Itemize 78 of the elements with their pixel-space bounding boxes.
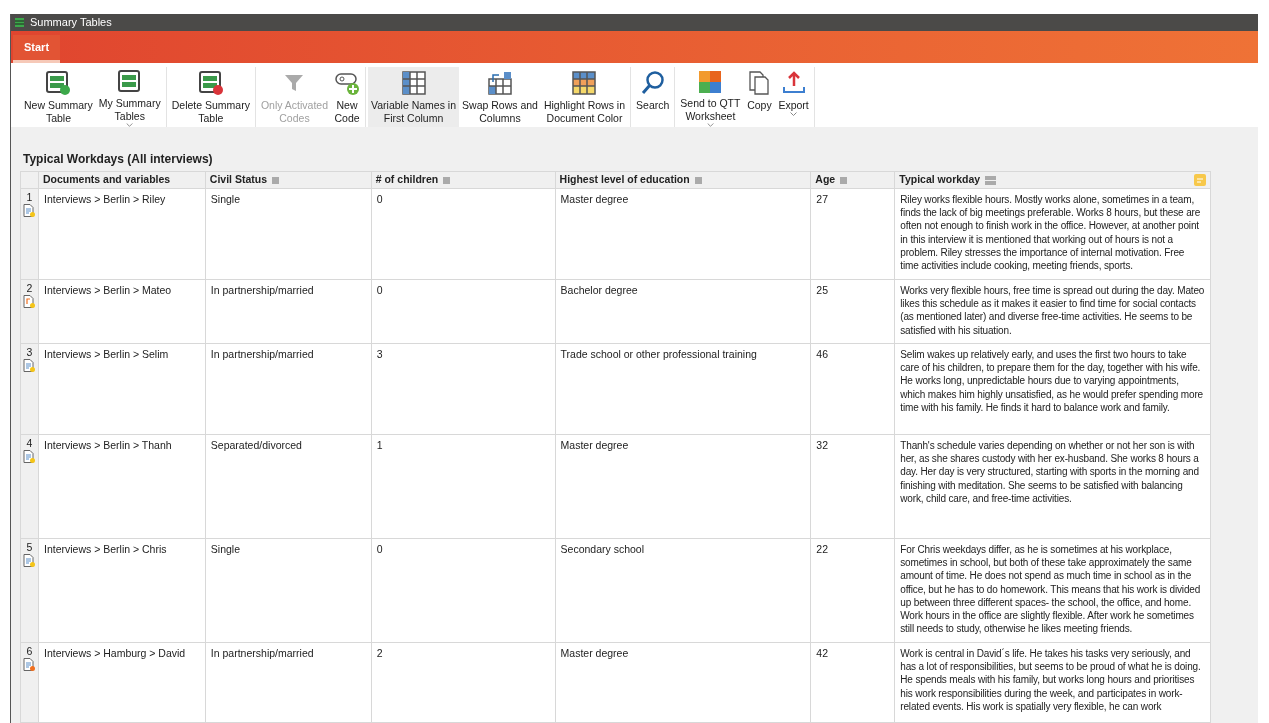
row-number: 1 [26,191,33,205]
note-icon [1194,174,1206,186]
column-header[interactable]: Highest level of education [555,172,812,188]
table-cell: 25 [816,284,828,296]
table-cell: Bachelor degree [560,284,638,296]
ribbon-button[interactable]: New Code [331,66,364,127]
column-header[interactable]: Civil Status [205,172,372,188]
table-cell: Interviews > Berlin > Chris [44,543,167,555]
table-cell: 0 [376,543,383,555]
table-cell: In partnership/married [210,284,314,296]
table-cell: Interviews > Berlin > Mateo [44,284,172,296]
table-cell: Single [210,193,241,205]
table-cell: 3 [376,348,383,360]
table-cell: Secondary school [560,543,644,555]
ribbon-button[interactable]: Send to QTT Worksheet [677,66,744,127]
table-cell: Thanh's schedule varies depending on whether or not her son is with her, as she shares custody with her ex-husband. She works 8 hours a day. Her day is very structured, starting with sports in the morning and finishing with meditation. She seems to be satisfied with balancing work, child care, and free-time activities. [900,440,1199,504]
table-cell: 2 [376,647,383,659]
square-icon [694,176,702,184]
swap-grid-icon [487,69,513,96]
table-cell: Works very flexible hours, free time is spread out during the day. Mateo likes this schedule as it makes it easier to find time for social contacts (as mentioned later) and diverse free-time activities. He seems to be satisfied with his situation. [900,285,1205,336]
square-icon [840,176,848,184]
table-title: Typical Workdays (All interviews) [22,151,214,168]
table-cell: Master degree [560,439,629,451]
ribbon-button[interactable]: New Summary Table [21,66,96,127]
app-icon [15,18,24,28]
table-cell: In partnership/married [210,647,314,659]
table-cell: 27 [816,193,828,205]
row-number: 4 [26,437,33,451]
column-header[interactable]: Typical workday [895,172,1211,188]
ribbon-button[interactable]: Search [633,66,673,127]
table-cell: Separated/divorced [210,439,302,451]
table-icon [197,69,224,96]
table-cell: In partnership/married [210,348,314,360]
row-number: 2 [26,282,33,296]
table-cell: 32 [816,439,828,451]
square-icon [272,176,280,184]
table-cell: Single [210,543,241,555]
colored-grid-icon [571,69,598,96]
table-cell: 22 [816,543,828,555]
row-number: 6 [26,645,33,659]
column-header[interactable]: Age [811,172,896,188]
table-cell: 1 [376,439,383,451]
row-number: 5 [26,541,33,555]
ribbon-button[interactable]: Highlight Rows in Document Color [540,66,629,127]
window-title: Summary Tables [30,15,112,31]
puzzle-icon [697,68,724,95]
table-cell: Trade school or other professional training [560,348,757,360]
export-icon [780,69,807,96]
table-cell: Master degree [560,647,629,659]
ribbon-button[interactable]: Export [775,66,812,127]
table-cell: Interviews > Berlin > Selim [44,348,169,360]
table-icon [45,69,72,96]
table-cell: 0 [376,193,383,205]
ribbon-button[interactable]: Delete Summary Table [168,66,253,127]
column-header[interactable]: # of children [371,172,556,188]
table-cell: Selim wakes up relatively early, and uses the first two hours to take care of his children, to prepare them for the day, together with his wife. He works long, unpredictable hours due to varying appointments, which makes him highly unsatisfied, as he would prefer spending more time with his family. He finds it hard to balance work and family. [900,349,1203,413]
ribbon-button[interactable]: Swap Rows and Columns [459,66,541,127]
table-cell: Interviews > Berlin > Riley [44,193,166,205]
table-cell: 42 [816,647,828,659]
bars-icon [985,174,997,186]
ribbon-button[interactable]: My Summary Tables [95,66,164,127]
table-cell: Riley works flexible hours. Mostly works alone, sometimes in a team, finds the lack of big meetings preferable. Works 8 hours, but these are often not enough to finish work in the office. However, at another point in this interview it is mentioned that working out of hours is not a problem. Riley stresses the importance of internal motivation. Free time activities include cooking, meeting friends, sports. [900,194,1201,272]
column-header[interactable]: Documents and variables [39,172,206,188]
table-cell: 46 [816,348,828,360]
ribbon-button[interactable]: Variable Names in First Column [368,66,460,127]
row-number: 3 [26,346,33,360]
grid-icon [400,69,427,96]
table-cell: Interviews > Hamburg > David [44,647,186,659]
table-cell: Interviews > Berlin > Thanh [44,439,172,451]
table-icon [116,68,143,95]
ribbon-tab[interactable]: Start [13,34,61,63]
table-cell: Work is central in David´s life. He takes his tasks very seriously, and has a lot of responsibilities, but seems to be proud of what he is doing. He spends meals with his family, but works long hours and prioritises his work responsibilities during the week, and participates in work-related events. His work is spatially very flexible, he can work [900,648,1201,712]
table-cell: 0 [376,284,383,296]
square-icon [443,176,451,184]
table-cell: Master degree [560,193,629,205]
search-icon [639,69,666,96]
ribbon-button[interactable]: Copy [743,66,776,127]
table-cell: For Chris weekdays differ, as he is sometimes at his workplace, sometimes in school, but both of these take approximately the same amount of time. He does not spend as much time in school as in the office, but he has to do homework. This means that his work is divided up between three different spaces- the school, the office, and home. Work hours in the office are slightly flexible. After work he sometimes still needs to study, otherwise he likes meeting friends. [900,544,1201,635]
